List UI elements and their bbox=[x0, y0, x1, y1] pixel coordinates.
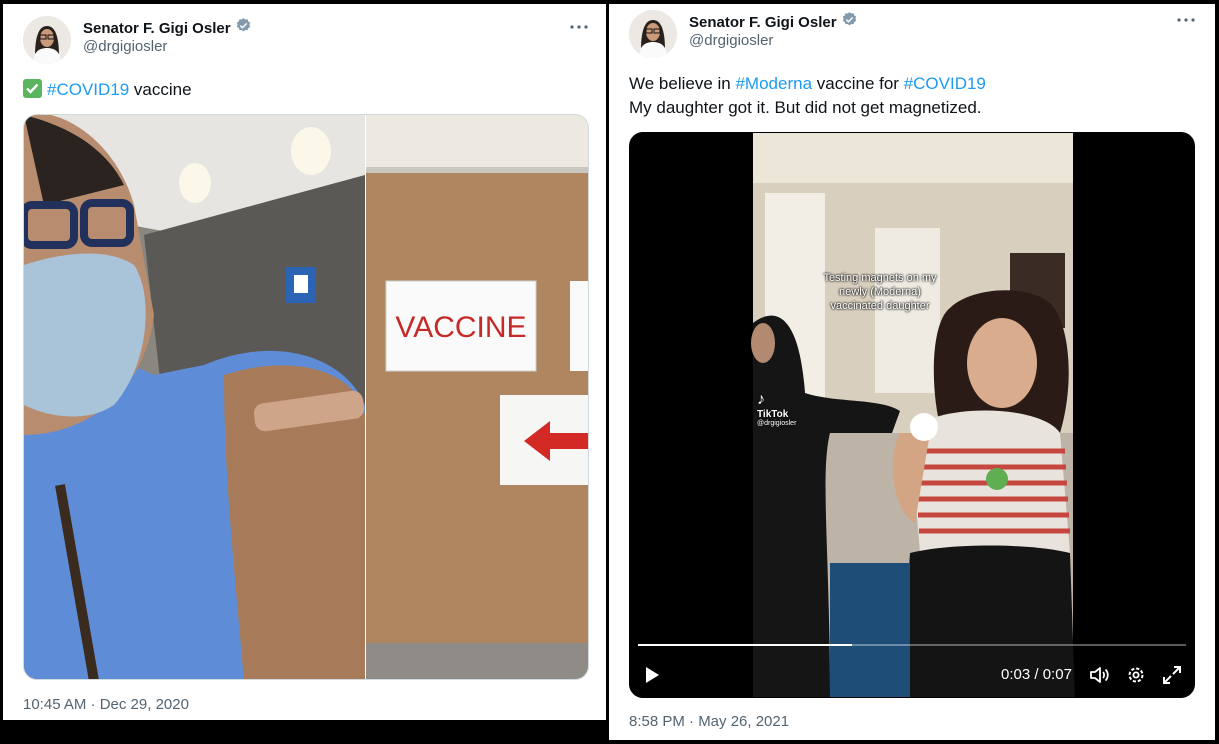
author-name[interactable]: Senator F. Gigi Osler bbox=[83, 20, 231, 37]
tiktok-handle: @drgigiosler bbox=[757, 420, 797, 427]
tweet-timestamp[interactable]: 8:58 PM · May 26, 2021 bbox=[629, 713, 789, 730]
current-time: 0:03 bbox=[1001, 666, 1031, 683]
text-segment: We believe in bbox=[629, 74, 736, 93]
verified-badge-icon bbox=[235, 17, 252, 39]
play-icon[interactable] bbox=[642, 664, 662, 686]
tweet-text: We believe in #Moderna vaccine for #COVI… bbox=[629, 72, 986, 120]
photo-sign-text: VACCINE bbox=[395, 311, 526, 344]
author-row: Senator F. Gigi Osler bbox=[689, 11, 858, 33]
caption-line: vaccinated daughter bbox=[830, 300, 930, 312]
verified-badge-icon bbox=[841, 11, 858, 33]
tweet-text-line: My daughter got it. But did not get magn… bbox=[629, 98, 982, 117]
video-player[interactable]: Testing magnets on my newly (Moderna) va… bbox=[629, 132, 1195, 698]
video-progress-fill bbox=[638, 644, 852, 646]
caption-line: Testing magnets on my bbox=[823, 272, 937, 284]
time-separator: / bbox=[1030, 666, 1043, 683]
tweet-text-rest: vaccine bbox=[129, 80, 192, 99]
author-handle[interactable]: @drgigiosler bbox=[689, 32, 773, 49]
tweet-text: #COVID19 vaccine bbox=[23, 78, 192, 102]
hashtag-link[interactable]: #Moderna bbox=[735, 74, 812, 93]
video-time: 0:03 / 0:07 bbox=[1001, 666, 1072, 683]
fullscreen-icon[interactable] bbox=[1161, 664, 1183, 686]
more-icon[interactable] bbox=[566, 16, 592, 38]
tweet-card: Senator F. Gigi Osler @drgigiosler #COVI… bbox=[3, 4, 606, 720]
tweet-card: Senator F. Gigi Osler @drgigiosler We be… bbox=[609, 4, 1215, 740]
author-handle[interactable]: @drgigiosler bbox=[83, 38, 167, 55]
tiktok-logo-icon: ♪ bbox=[757, 391, 765, 408]
video-progress-track[interactable] bbox=[638, 644, 1186, 646]
tweet-photo[interactable]: VACCINE bbox=[23, 114, 589, 680]
more-icon[interactable] bbox=[1173, 9, 1199, 31]
avatar[interactable] bbox=[23, 16, 71, 64]
hashtag-link[interactable]: #COVID19 bbox=[47, 80, 129, 99]
avatar[interactable] bbox=[629, 10, 677, 58]
text-segment: vaccine for bbox=[812, 74, 904, 93]
settings-icon[interactable] bbox=[1125, 664, 1147, 686]
tiktok-watermark: ♪ TikTok @drgigiosler bbox=[757, 391, 796, 427]
tiktok-brand: TikTok bbox=[757, 409, 789, 420]
tweet-timestamp[interactable]: 10:45 AM · Dec 29, 2020 bbox=[23, 696, 189, 713]
caption-line: newly (Moderna) bbox=[839, 286, 921, 298]
video-caption: Testing magnets on my newly (Moderna) va… bbox=[780, 271, 980, 313]
author-name[interactable]: Senator F. Gigi Osler bbox=[689, 14, 837, 31]
author-row: Senator F. Gigi Osler bbox=[83, 17, 252, 39]
check-mark-icon bbox=[23, 79, 42, 98]
hashtag-link[interactable]: #COVID19 bbox=[904, 74, 986, 93]
tweet-text-line: We believe in #Moderna vaccine for #COVI… bbox=[629, 72, 986, 96]
volume-icon[interactable] bbox=[1088, 664, 1110, 686]
duration: 0:07 bbox=[1042, 666, 1072, 683]
